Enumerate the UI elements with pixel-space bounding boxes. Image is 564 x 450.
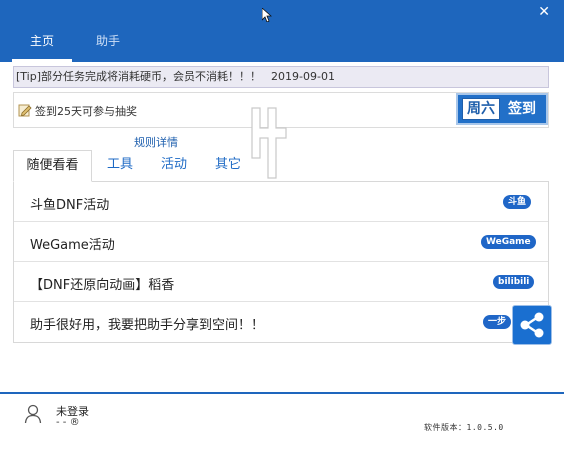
pencil-note-icon <box>18 104 32 117</box>
tab-other[interactable]: 其它 <box>208 150 248 182</box>
tab-browse[interactable]: 随便看看 <box>13 150 92 182</box>
close-icon[interactable]: ✕ <box>538 5 550 19</box>
list-item-label: 【DNF还原向动画】稻香 <box>30 278 175 293</box>
wegame-badge: WeGame <box>481 235 536 249</box>
version-label: 软件版本：1.0.5.0 <box>424 423 504 432</box>
list-item[interactable]: 【DNF还原向动画】稻香 bilibili <box>14 262 548 302</box>
bilibili-badge: bilibili <box>493 275 535 289</box>
share-badge: 一步 <box>483 315 512 329</box>
rules-link[interactable]: 规则详情 <box>134 134 178 150</box>
signin-button[interactable]: 周六 签到 <box>456 93 548 125</box>
share-button[interactable] <box>512 305 552 345</box>
tab-tools[interactable]: 工具 <box>100 150 140 182</box>
nav-tab-helper[interactable]: 助手 <box>78 32 138 62</box>
list-item-label: WeGame活动 <box>30 238 115 253</box>
tip-text: [Tip]部分任务完成将消耗硬币，会员不消耗！！！ <box>16 70 262 83</box>
list-item-label: 斗鱼DNF活动 <box>30 198 110 213</box>
user-icon[interactable] <box>24 404 42 424</box>
mouse-cursor-icon <box>262 8 272 22</box>
logo-icon <box>251 107 287 179</box>
list-item[interactable]: 斗鱼DNF活动 斗鱼 <box>14 182 548 222</box>
list-item[interactable]: WeGame活动 WeGame <box>14 222 548 262</box>
list-item[interactable]: 助手很好用，我要把助手分享到空间！！ 一步 <box>14 302 548 342</box>
list-item-label: 助手很好用，我要把助手分享到空间！！ <box>30 318 265 333</box>
login-subtext: - - ® <box>56 417 80 428</box>
signin-button-label: 签到 <box>508 101 536 117</box>
douyu-badge: 斗鱼 <box>503 195 532 209</box>
nav-tab-home[interactable]: 主页 <box>12 32 72 62</box>
weekday-label: 周六 <box>462 98 500 120</box>
tab-activities[interactable]: 活动 <box>154 150 194 182</box>
footer-divider <box>0 392 564 394</box>
signin-hint: 签到25天可参与抽奖 <box>35 105 137 118</box>
tip-bar: [Tip]部分任务完成将消耗硬币，会员不消耗！！！ 2019-09-01 <box>13 66 549 88</box>
tip-date: 2019-09-01 <box>271 70 335 83</box>
item-list: 斗鱼DNF活动 斗鱼 WeGame活动 WeGame 【DNF还原向动画】稻香 … <box>13 182 549 343</box>
share-icon <box>520 312 544 338</box>
